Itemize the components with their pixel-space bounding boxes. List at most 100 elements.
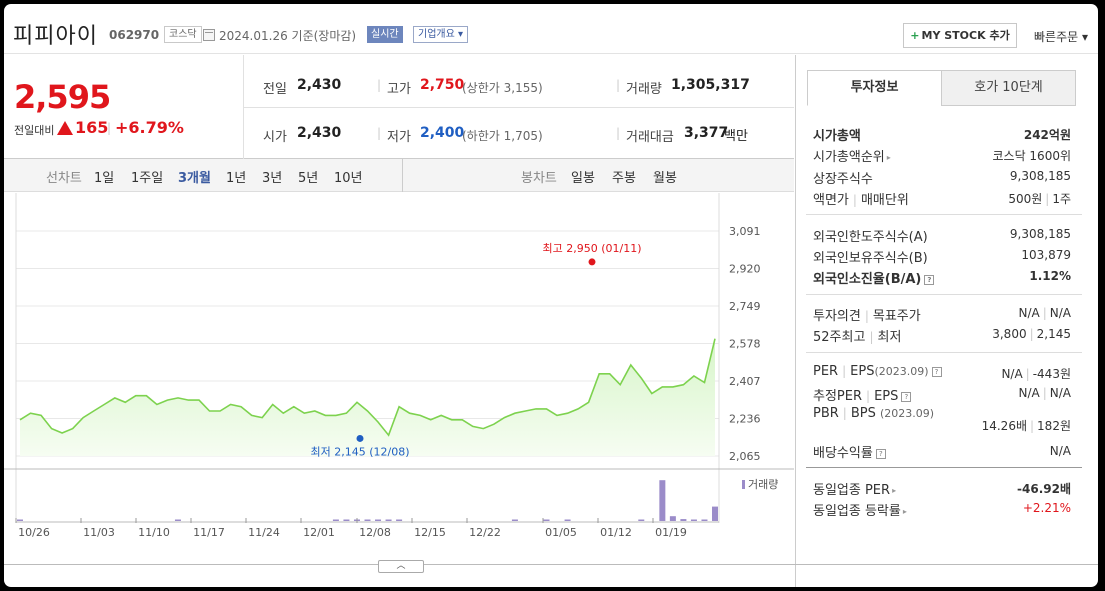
- calendar-icon: [203, 29, 215, 41]
- add-mystock-label: MY STOCK 추가: [921, 29, 1010, 42]
- prev-close-label: 전일: [263, 82, 287, 97]
- upper-limit: 3,155): [503, 81, 543, 95]
- per-label: PER: [813, 364, 839, 379]
- chart-toolbar: 선차트 1일 1주일 3개월 1년 3년 5년 10년 봉차트 일봉 주봉 월봉: [4, 159, 794, 192]
- stock-code: 062970: [109, 28, 160, 42]
- x-tick-label: 11/24: [248, 526, 280, 539]
- help-icon[interactable]: ?: [875, 448, 886, 459]
- quick-order-link[interactable]: 빠른주문 ▾: [1034, 28, 1088, 45]
- par-label: 액면가: [813, 193, 849, 208]
- candle-daily[interactable]: 일봉: [571, 167, 595, 186]
- x-tick-label: 12/08: [359, 526, 391, 539]
- volume-legend: 거래량: [748, 478, 778, 491]
- dividend-label: 배당수익률: [813, 446, 873, 461]
- x-tick-label: 11/10: [138, 526, 170, 539]
- y-tick-label: 2,749: [729, 300, 761, 313]
- w52-high-label: 52주최고: [813, 330, 866, 345]
- x-tick-label: 11/17: [193, 526, 225, 539]
- price-area: [20, 338, 715, 456]
- volume-bar: [396, 519, 403, 521]
- volume-bar: [680, 519, 687, 521]
- x-tick-label: 10/26: [18, 526, 50, 539]
- up-arrow-icon: [57, 121, 73, 135]
- sector-change-link[interactable]: 동일업종 등락률 ▸: [813, 500, 907, 519]
- quote-date-suffix: 기준(장마감): [291, 29, 357, 43]
- period-5y[interactable]: 5년: [298, 167, 318, 186]
- help-icon[interactable]: ?: [931, 366, 942, 377]
- sector-per: -46.92배: [1017, 482, 1071, 496]
- add-mystock-button[interactable]: + MY STOCK 추가: [903, 23, 1017, 48]
- w52-low-label: 최저: [877, 330, 902, 345]
- foreign-ratio-label: 외국인소진율(B/A): [813, 272, 922, 287]
- foreign-limit: 9,308,185: [1009, 227, 1071, 241]
- help-icon[interactable]: ?: [924, 274, 935, 285]
- price-summary: 2,595 전일대비 165 | +6.79% 전일 2,430 시가 2,43…: [4, 55, 794, 159]
- trade-value-label: 거래대금: [626, 130, 674, 145]
- high-label: 고가: [387, 82, 411, 97]
- eps-label: EPS: [850, 364, 875, 379]
- prev-diff-label: 전일대비: [14, 124, 55, 137]
- period-3m[interactable]: 3개월: [178, 167, 211, 186]
- volume-legend-swatch: [742, 480, 745, 489]
- open-label: 시가: [263, 130, 287, 145]
- stock-widget: 피피아이 062970 코스닥 2024.01.26 기준(장마감) 실시간 기…: [4, 4, 1098, 587]
- est-per: N/A: [1018, 386, 1040, 400]
- arrow-right-icon: ▸: [886, 153, 891, 162]
- market-cap-rank: 코스닥 1600위: [992, 149, 1071, 163]
- x-tick-label: 12/22: [469, 526, 501, 539]
- target-price: N/A: [1049, 306, 1071, 320]
- volume-bar: [543, 519, 550, 521]
- shares: 9,308,185: [1009, 169, 1071, 183]
- company-info-dropdown[interactable]: 기업개요 ▾: [413, 26, 469, 43]
- period-3y[interactable]: 3년: [262, 167, 282, 186]
- help-icon[interactable]: ?: [901, 391, 912, 402]
- price-chart-svg: 3,091 2,920 2,749 2,578 2,407 2,236 2,065 최고 2,…: [4, 193, 794, 539]
- period-1w[interactable]: 1주일: [131, 167, 163, 186]
- trade-unit: 1주: [1052, 192, 1071, 206]
- est-eps: N/A: [1049, 386, 1071, 400]
- bps: 182원: [1037, 419, 1071, 433]
- low-label: 저가: [387, 130, 411, 145]
- trade-value: 3,377: [684, 125, 729, 141]
- candle-monthly[interactable]: 월봉: [653, 167, 677, 186]
- foreign-limit-label: 외국인한도주식수(A): [813, 230, 928, 245]
- est-eps-label: EPS: [874, 389, 899, 404]
- high-price: 2,750: [420, 77, 465, 93]
- x-tick-label: 01/05: [545, 526, 577, 539]
- tab-orderbook[interactable]: 호가 10단계: [941, 70, 1076, 106]
- volume-bar: [690, 519, 697, 521]
- lower-limit: 1,705): [503, 129, 543, 143]
- tab-investment-info[interactable]: 투자정보: [807, 70, 942, 106]
- price-change: 165: [75, 118, 109, 137]
- period-10y[interactable]: 10년: [334, 167, 363, 186]
- current-price: 2,595: [14, 78, 111, 116]
- open-price: 2,430: [297, 125, 342, 141]
- candle-weekly[interactable]: 주봉: [612, 167, 636, 186]
- volume-bar: [332, 519, 339, 521]
- market-cap-label: 시가총액: [813, 129, 861, 144]
- company-info-label: 기업개요: [418, 29, 455, 40]
- high-marker: [588, 258, 596, 266]
- opinion-label: 투자의견: [813, 309, 861, 324]
- period-1y[interactable]: 1년: [226, 167, 246, 186]
- w52-low: 2,145: [1036, 327, 1071, 341]
- y-tick-label: 2,065: [729, 450, 761, 463]
- market-cap-rank-link[interactable]: 시가총액순위 ▸: [813, 146, 891, 165]
- sector-per-label: 동일업종 PER: [813, 483, 891, 498]
- volume-bar: [701, 519, 708, 521]
- collapse-button[interactable]: ︿: [378, 560, 424, 573]
- realtime-badge[interactable]: 실시간: [367, 26, 403, 43]
- sector-per-link[interactable]: 동일업종 PER ▸: [813, 479, 896, 498]
- y-tick-label: 2,236: [729, 413, 761, 426]
- period-1d[interactable]: 1일: [94, 167, 114, 186]
- volume: 1,305,317: [671, 77, 750, 93]
- x-tick-label: 01/19: [655, 526, 687, 539]
- price-chart[interactable]: 3,091 2,920 2,749 2,578 2,407 2,236 2,065 최고 2,…: [4, 193, 794, 587]
- volume-bar: [564, 519, 571, 521]
- volume-bar: [375, 519, 382, 521]
- volume-bar: [343, 519, 350, 521]
- market-cap-rank-label: 시가총액순위: [813, 150, 885, 165]
- dividend-yield: N/A: [1049, 444, 1071, 458]
- chevron-up-icon: ︿: [396, 561, 406, 571]
- arrow-right-icon: ▸: [892, 486, 897, 495]
